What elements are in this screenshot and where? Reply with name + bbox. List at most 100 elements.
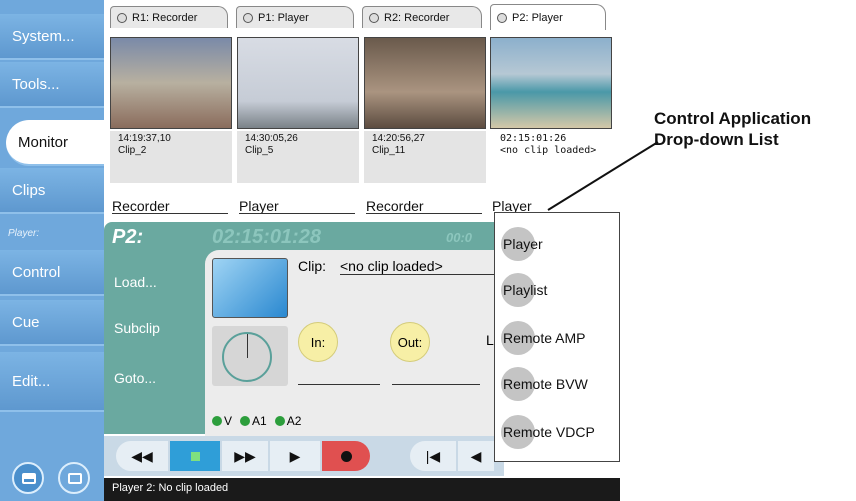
track-led-icon — [212, 416, 222, 426]
monitor-thumbnail-p1[interactable] — [237, 37, 359, 129]
play-icon: ▶ — [289, 447, 301, 464]
monitor-thumbnail-p2[interactable] — [490, 37, 612, 129]
sidebar-item-system[interactable]: System... — [0, 14, 104, 60]
radio-icon — [497, 12, 507, 23]
dropdown-item-remote-amp[interactable]: Remote AMP — [501, 321, 617, 355]
sidebar-item-monitor[interactable]: Monitor — [6, 120, 104, 166]
callout-label: Control Application Drop-down List — [654, 108, 811, 150]
sidebar-item-label: Monitor — [18, 133, 69, 151]
track-v[interactable]: V — [212, 414, 232, 428]
dropdown-item-remote-vdcp[interactable]: Remote VDCP — [501, 415, 617, 449]
timecode: 14:30:05,26 — [245, 133, 298, 144]
load-button[interactable]: Load... — [110, 262, 180, 302]
sidebar-item-label: System... — [12, 27, 75, 45]
tab-label: R2: Recorder — [384, 11, 450, 24]
split-view-icon[interactable] — [12, 462, 44, 494]
timecode: 14:19:37,10 — [118, 133, 171, 144]
track-a2[interactable]: A2 — [274, 414, 302, 428]
clip-field[interactable]: <no clip loaded> — [340, 258, 500, 275]
tab-r1-recorder[interactable]: R1: Recorder — [110, 6, 228, 28]
divider — [366, 213, 482, 214]
out-point-field[interactable] — [392, 384, 480, 385]
sidebar-section-label: Player: — [8, 228, 40, 239]
timecode: 14:20:56,27 — [372, 133, 425, 144]
sidebar-item-label: Clips — [12, 181, 46, 199]
stop-button[interactable] — [170, 441, 220, 471]
timecode-display: 02:15:01:28 — [212, 226, 321, 248]
sidebar-item-control[interactable]: Control — [0, 250, 104, 296]
track-label: A2 — [286, 414, 302, 428]
dropdown-item-label: Remote AMP — [503, 330, 586, 346]
single-view-icon[interactable] — [58, 462, 90, 494]
sidebar-item-edit[interactable]: Edit... — [0, 352, 104, 412]
sidebar-item-tools[interactable]: Tools... — [0, 62, 104, 108]
track-a1[interactable]: A1 — [240, 414, 267, 428]
monitor-thumbnail-r1[interactable] — [110, 37, 232, 129]
sidebar-item-label: Tools... — [12, 75, 60, 93]
tab-p1-player[interactable]: P1: Player — [236, 6, 354, 28]
sidebar-item-label: Control — [12, 263, 61, 281]
dropdown-item-player[interactable]: Player — [501, 227, 617, 261]
track-indicators: V A1 A2 — [212, 414, 301, 428]
track-led-icon — [240, 416, 251, 426]
channel-info-r1: 14:19:37,10 Clip_2 — [110, 131, 232, 183]
mode-select-p1[interactable]: Player — [239, 198, 279, 214]
step-back-icon: ◀ — [470, 447, 482, 464]
clip-name: Clip_2 — [118, 145, 147, 156]
mode-select-r2[interactable]: Recorder — [366, 198, 424, 214]
length-label: L — [486, 332, 494, 348]
clip-name: Clip_5 — [245, 145, 274, 156]
dropdown-item-label: Playlist — [503, 282, 548, 298]
tab-label: R1: Recorder — [132, 11, 198, 24]
rewind-button[interactable]: ◀◀ — [116, 441, 168, 471]
timecode-display-secondary: 00:0 — [446, 230, 473, 245]
channel-info-r2: 14:20:56,27 Clip_11 — [364, 131, 486, 183]
go-to-start-icon: |◀ — [425, 447, 441, 464]
mark-in-button[interactable]: In: — [298, 322, 338, 362]
dropdown-item-remote-bvw[interactable]: Remote BVW — [501, 367, 617, 401]
mode-select-r1[interactable]: Recorder — [112, 198, 170, 214]
divider — [112, 213, 228, 214]
rewind-icon: ◀◀ — [131, 447, 153, 464]
subclip-button[interactable]: Subclip — [110, 308, 180, 348]
jog-wheel-icon[interactable] — [222, 332, 272, 382]
tab-label: P2: Player — [512, 11, 563, 24]
tab-r2-recorder[interactable]: R2: Recorder — [362, 6, 482, 28]
channel-info-p1: 14:30:05,26 Clip_5 — [237, 131, 359, 183]
sidebar-item-cue[interactable]: Cue — [0, 300, 104, 346]
dropdown-item-label: Remote BVW — [503, 376, 588, 392]
sidebar-item-clips[interactable]: Clips — [0, 168, 104, 214]
dropdown-item-label: Remote VDCP — [503, 424, 595, 440]
jog-area[interactable] — [212, 326, 288, 386]
clip-name: Clip_11 — [372, 145, 406, 156]
divider — [239, 213, 355, 214]
sidebar-item-label: Cue — [12, 313, 40, 331]
sidebar-item-label: Edit... — [12, 372, 51, 390]
step-back-button[interactable]: ◀ — [458, 441, 494, 471]
radio-icon — [243, 12, 253, 23]
status-bar: Player 2: No clip loaded — [104, 478, 620, 501]
dropdown-item-label: Player — [503, 236, 543, 252]
go-to-start-button[interactable]: |◀ — [410, 441, 456, 471]
mark-out-button[interactable]: Out: — [390, 322, 430, 362]
stop-icon — [190, 451, 200, 461]
goto-button[interactable]: Goto... — [110, 358, 180, 398]
tab-p2-player[interactable]: P2: Player — [490, 4, 606, 30]
monitor-thumbnail-r2[interactable] — [364, 37, 486, 129]
record-button[interactable] — [322, 441, 370, 471]
channel-title: P2: — [112, 226, 144, 248]
dropdown-item-playlist[interactable]: Playlist — [501, 273, 617, 307]
fast-forward-icon: ▶▶ — [234, 447, 256, 464]
sidebar: System... Tools... Monitor Clips Player:… — [0, 0, 104, 501]
record-icon — [340, 450, 352, 462]
tab-label: P1: Player — [258, 11, 309, 24]
mark-out-label: Out: — [397, 334, 423, 350]
play-button[interactable]: ▶ — [270, 441, 320, 471]
track-label: A1 — [252, 414, 267, 428]
clip-label: Clip: — [298, 258, 327, 274]
status-text: Player 2: No clip loaded — [112, 482, 229, 494]
clip-preview[interactable] — [212, 258, 288, 318]
in-point-field[interactable] — [298, 384, 380, 385]
fast-forward-button[interactable]: ▶▶ — [222, 441, 268, 471]
radio-icon — [117, 12, 127, 23]
